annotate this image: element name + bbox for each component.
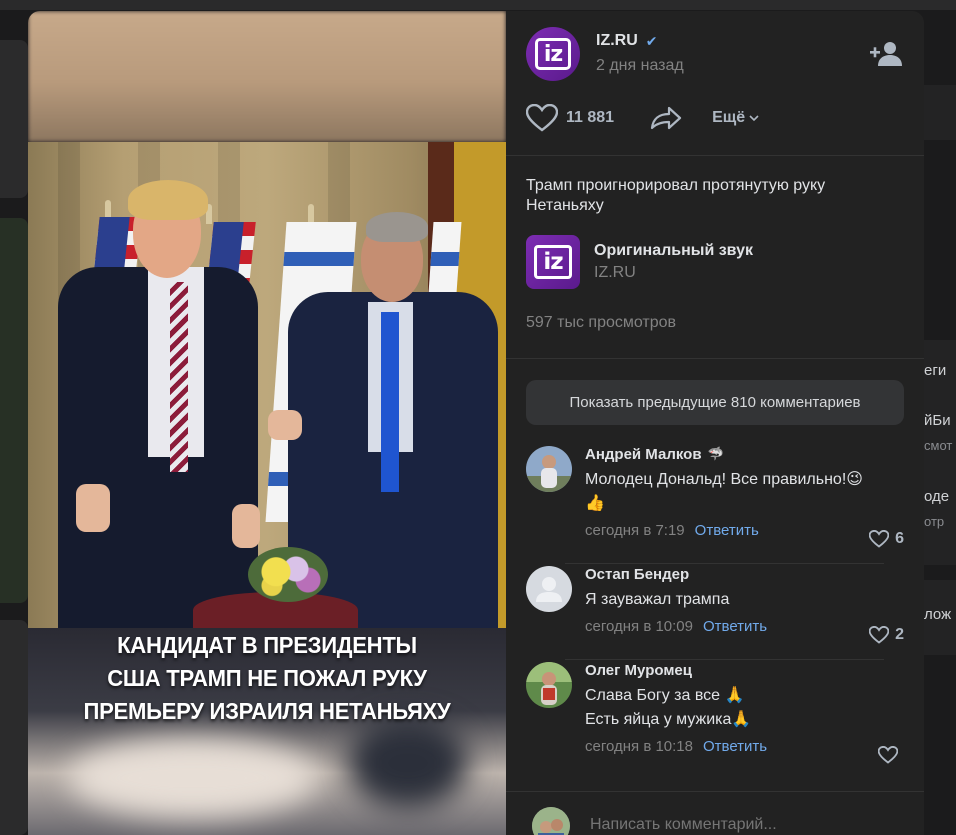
background-text: оде — [924, 488, 950, 505]
background-card — [0, 40, 28, 198]
show-previous-comments-button[interactable]: Показать предыдущие 810 комментариев — [526, 380, 904, 425]
comment-like-count: 6 — [895, 530, 904, 547]
comment-like-button[interactable]: 2 — [869, 626, 904, 644]
comment-text: Молодец Дональд! Все правильно!😉 — [585, 471, 863, 488]
audio-track[interactable]: iz Оригинальный звук IZ.RU — [526, 235, 753, 289]
clip-description: Трамп проигнорировал протянутую руку Нет… — [526, 177, 826, 214]
heart-icon — [869, 530, 890, 548]
video-caption: КАНДИДАТ В ПРЕЗИДЕНТЫ США ТРАМП НЕ ПОЖАЛ… — [38, 629, 497, 728]
comment-time: сегодня в 10:18 — [585, 738, 693, 755]
comment-text: 👍 — [585, 495, 605, 512]
comment-compose — [506, 791, 924, 835]
share-button[interactable] — [650, 106, 682, 130]
heart-icon — [526, 104, 558, 132]
video-player[interactable]: ✡ — [28, 11, 506, 835]
comment-item: Остап Бендер Я зауважал трампа сегодня в… — [526, 566, 904, 646]
background-card — [924, 85, 956, 140]
chevron-down-icon — [749, 115, 759, 122]
verified-check-icon: ✔ — [645, 32, 658, 49]
share-arrow-icon — [650, 106, 682, 130]
comment-like-button[interactable]: 6 — [869, 530, 904, 548]
comment-text: Слава Богу за все 🙏 — [585, 687, 745, 704]
caption-line: КАНДИДАТ В ПРЕЗИДЕНТЫ — [117, 632, 417, 658]
reply-button[interactable]: Ответить — [695, 522, 759, 539]
comment-author[interactable]: Олег Муромец — [585, 662, 692, 680]
background-text: отр — [924, 514, 945, 529]
shark-badge-icon: 🦈 — [707, 447, 724, 462]
caption-line: ПРЕМЬЕРУ ИЗРАИЛЯ НЕТАНЬЯХУ — [83, 698, 451, 724]
section-divider — [506, 358, 924, 359]
audio-title: Оригинальный звук — [594, 242, 754, 259]
more-label: Ещё — [712, 109, 746, 126]
background-text: смот — [924, 438, 953, 453]
post-time: 2 дня назад — [596, 57, 684, 74]
comment-text: Есть яйца у мужика🙏 — [585, 711, 752, 728]
avatar[interactable] — [526, 566, 572, 612]
background-text: йБи — [924, 412, 951, 429]
flower-vase — [248, 547, 328, 602]
avatar[interactable] — [526, 446, 572, 492]
channel-header: iz IZ.RU ✔ 2 дня назад 11 881 Ещё — [506, 11, 924, 156]
comment-author[interactable]: Остап Бендер — [585, 566, 689, 584]
channel-avatar[interactable]: iz — [526, 27, 580, 81]
caption-line: США ТРАМП НЕ ПОЖАЛ РУКУ — [107, 665, 427, 691]
comment-item: Андрей Малков 🦈 Молодец Дональд! Все пра… — [526, 446, 904, 556]
comment-text: Я зауважал трампа — [585, 591, 730, 608]
iz-logo-icon: iz — [534, 245, 572, 279]
audio-author: IZ.RU — [594, 264, 636, 281]
channel-name-row: IZ.RU ✔ — [596, 32, 658, 50]
heart-icon — [869, 626, 890, 644]
comment-time: сегодня в 7:19 — [585, 522, 685, 539]
more-button[interactable]: Ещё — [712, 109, 759, 127]
reply-button[interactable]: Ответить — [703, 738, 767, 755]
default-avatar-icon — [526, 566, 572, 612]
comment-divider — [565, 659, 884, 660]
actions-row: 11 881 Ещё — [526, 103, 759, 133]
background-card — [0, 218, 28, 603]
clip-viewer: ✡ — [28, 11, 924, 835]
comment-input[interactable] — [590, 816, 890, 834]
background-text: еги — [924, 362, 947, 379]
reply-button[interactable]: Ответить — [703, 618, 767, 635]
comment-time: сегодня в 10:09 — [585, 618, 693, 635]
video-blurred-top — [28, 11, 506, 142]
audio-cover: iz — [526, 235, 580, 289]
comment-like-count: 2 — [895, 626, 904, 643]
background-text: лож — [924, 606, 952, 623]
channel-name-link[interactable]: IZ.RU — [596, 32, 638, 50]
background-card — [0, 620, 28, 835]
comment-item: Олег Муромец Слава Богу за все 🙏 Есть яй… — [526, 662, 904, 764]
comment-author[interactable]: Андрей Малков — [585, 446, 702, 464]
background-topbar — [0, 0, 956, 10]
like-button[interactable]: 11 881 — [526, 104, 614, 132]
heart-icon — [878, 746, 898, 764]
comment-divider — [565, 563, 884, 564]
add-friend-icon[interactable] — [870, 41, 904, 67]
avatar[interactable] — [526, 662, 572, 708]
video-frame: ✡ — [28, 142, 506, 628]
view-count: 597 тыс просмотров — [526, 314, 677, 331]
clip-info-panel: iz IZ.RU ✔ 2 дня назад 11 881 Ещё Трамп … — [506, 11, 924, 835]
comment-like-button[interactable] — [878, 746, 904, 764]
iz-logo-icon: iz — [535, 38, 571, 70]
user-avatar — [532, 807, 570, 835]
person-left — [28, 142, 268, 628]
like-count: 11 881 — [566, 109, 615, 126]
